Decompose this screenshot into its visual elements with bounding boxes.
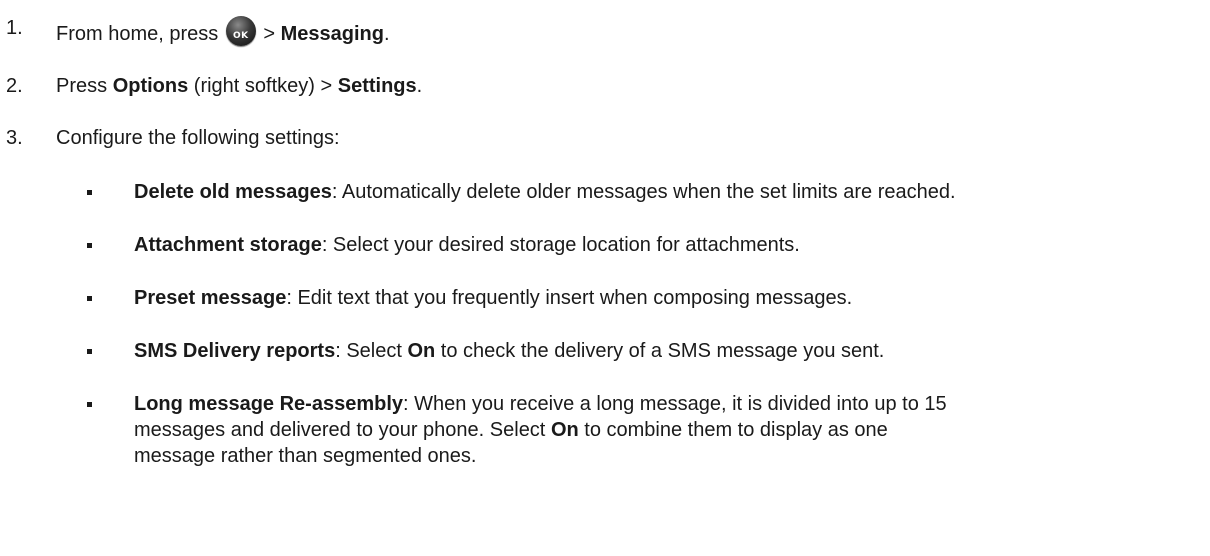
setting-term: Preset message — [134, 287, 287, 309]
setting-desc: : Edit text that you frequently insert w… — [286, 287, 853, 309]
step-text: Configure the following settings: — [56, 127, 340, 149]
menu-options: Options — [112, 75, 189, 97]
step-prefix: Press — [56, 75, 113, 97]
step-number: 3. — [6, 127, 23, 149]
step-number: 2. — [6, 75, 23, 97]
ok-key-icon: OK — [225, 16, 256, 46]
setting-desc: : Select your desired storage location f… — [321, 234, 800, 256]
setting-text: Attachment storage: Select your desired … — [134, 233, 800, 257]
setting-desc: : Select — [335, 340, 408, 362]
step-number: 1. — [6, 17, 23, 39]
setting-desc: to combine them to display as one — [578, 419, 888, 441]
bullet-icon — [87, 349, 92, 354]
bullet-icon — [87, 296, 92, 301]
setting-text: Long message Re-assembly: When you recei… — [134, 392, 947, 416]
setting-desc: : When you receive a long message, it is… — [403, 393, 947, 415]
setting-term: Delete old messages — [134, 181, 332, 203]
step-text: Press Options (right softkey) > Settings… — [56, 74, 422, 98]
setting-term: SMS Delivery reports — [134, 340, 336, 362]
step-separator: > — [257, 23, 281, 45]
setting-desc: messages and delivered to your phone. Se… — [134, 419, 551, 441]
setting-desc: : Automatically delete older messages wh… — [331, 181, 956, 203]
bullet-icon — [87, 402, 92, 407]
setting-on-value: On — [550, 419, 579, 441]
menu-settings: Settings — [337, 75, 417, 97]
step-suffix: . — [416, 75, 423, 97]
step-suffix: . — [383, 23, 390, 45]
bullet-icon — [87, 190, 92, 195]
bullet-icon — [87, 243, 92, 248]
menu-messaging: Messaging — [280, 23, 384, 45]
setting-text: messages and delivered to your phone. Se… — [134, 418, 888, 442]
step-middle: (right softkey) > — [188, 75, 338, 97]
setting-text: Delete old messages: Automatically delet… — [134, 180, 956, 204]
setting-text: Preset message: Edit text that you frequ… — [134, 286, 852, 310]
setting-text: message rather than segmented ones. — [134, 445, 477, 467]
setting-term: Long message Re-assembly — [134, 393, 403, 415]
setting-term: Attachment storage — [134, 234, 322, 256]
step-prefix: From home, press — [56, 23, 219, 45]
setting-desc: to check the delivery of a SMS message y… — [435, 340, 885, 362]
ok-key-label: OK — [233, 31, 249, 41]
setting-on-value: On — [407, 340, 436, 362]
setting-text: SMS Delivery reports: Select On to check… — [134, 339, 884, 363]
step-text: From home, press OK > Messaging. — [56, 16, 390, 46]
